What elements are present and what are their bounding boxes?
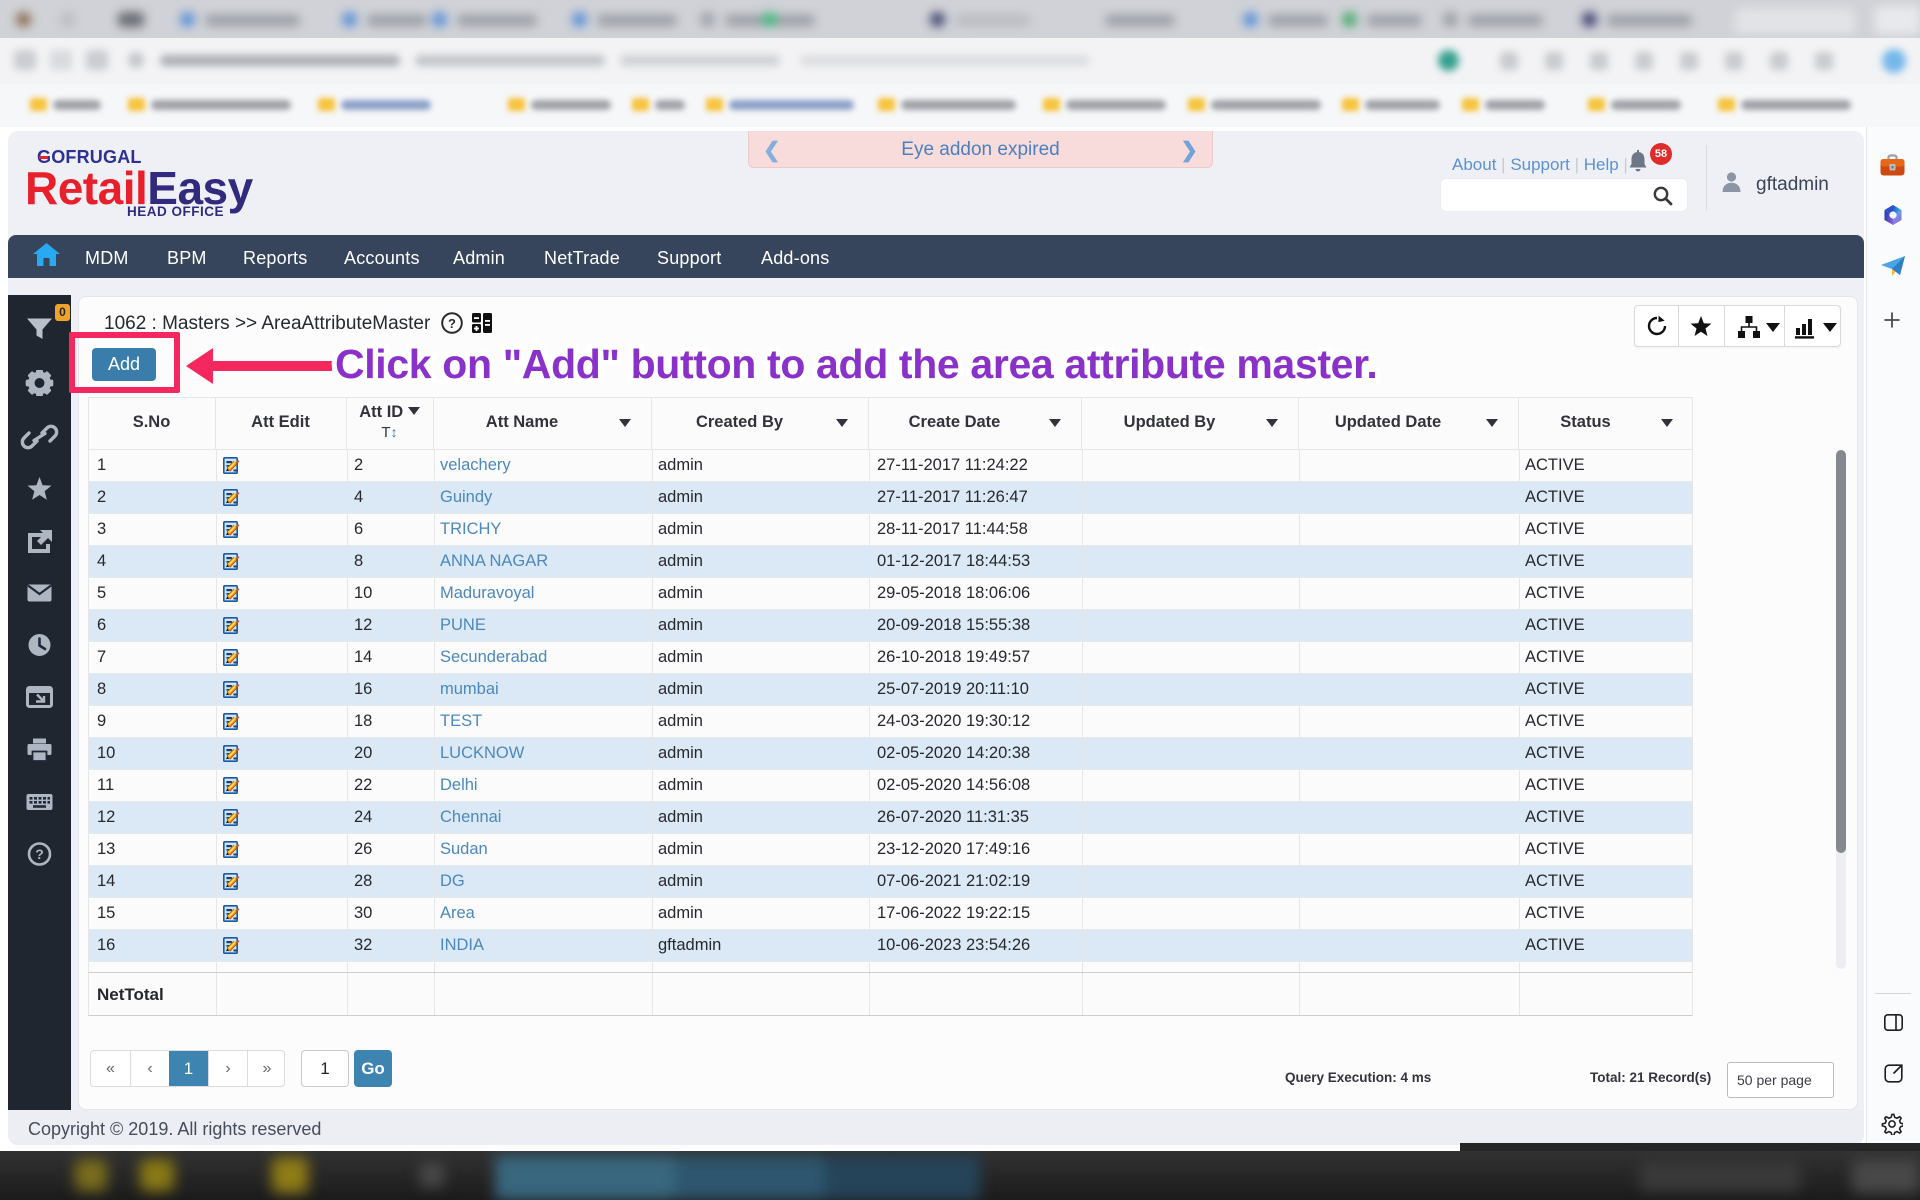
svg-text:?: ? bbox=[35, 846, 44, 862]
svg-text:?: ? bbox=[448, 316, 456, 331]
